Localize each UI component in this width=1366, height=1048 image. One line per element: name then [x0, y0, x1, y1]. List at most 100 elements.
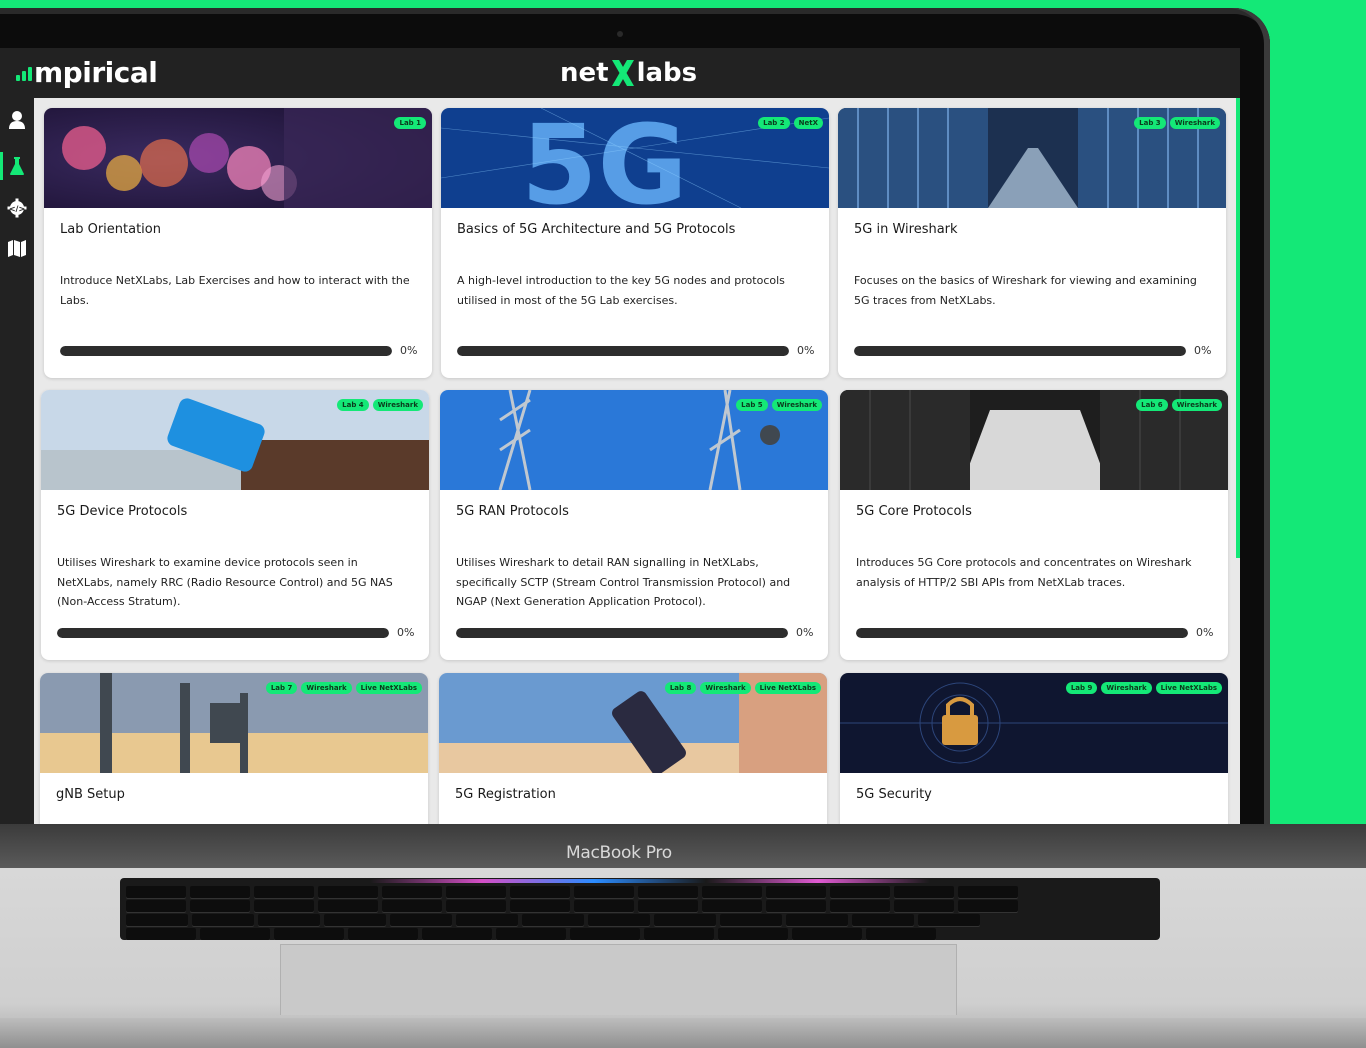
netxlabs-logo-suffix: labs: [636, 58, 698, 88]
key: [894, 900, 954, 912]
key: [638, 886, 698, 898]
lab-card-image: [44, 108, 432, 208]
lab-card[interactable]: Lab 6 Wireshark 5G Core Protocols Introduce…: [840, 390, 1228, 660]
key: [522, 914, 584, 926]
lab-tags: Lab 1: [394, 117, 426, 129]
key: [126, 914, 188, 926]
lab-card-title[interactable]: Basics of 5G Architecture and 5G Protoco…: [457, 222, 735, 237]
lab-card[interactable]: Lab 9 Wireshark Live NetXLabs 5G Security: [840, 673, 1228, 824]
lab-card[interactable]: Lab 7 Wireshark Live NetXLabs gNB Setup: [40, 673, 428, 824]
hinge: [0, 824, 1366, 868]
lab-tag: Wireshark: [301, 682, 352, 694]
code-gear-icon: </>: [7, 198, 27, 218]
key: [570, 928, 640, 940]
key: [792, 928, 862, 940]
key: [190, 886, 250, 898]
lab-tag: NetX: [793, 117, 823, 129]
svg-text:</>: </>: [9, 205, 25, 214]
key: [718, 928, 788, 940]
mpirical-logo[interactable]: mpirical: [16, 54, 158, 90]
key: [274, 928, 344, 940]
lab-tag: Wireshark: [1101, 682, 1152, 694]
lab-card-title[interactable]: 5G in Wireshark: [854, 222, 958, 237]
camera: [617, 31, 623, 37]
lab-card-title[interactable]: Lab Orientation: [60, 222, 161, 237]
lab-card-title[interactable]: gNB Setup: [56, 787, 125, 802]
key: [574, 886, 634, 898]
key: [702, 886, 762, 898]
touch-bar: [370, 879, 930, 883]
key: [382, 886, 442, 898]
key: [192, 914, 254, 926]
key: [958, 900, 1018, 912]
lab-card[interactable]: Lab 8 Wireshark Live NetXLabs 5G Registrati…: [439, 673, 827, 824]
signal-bars-icon: [16, 63, 32, 81]
key: [702, 900, 762, 912]
lab-progress-label: 0%: [1196, 626, 1214, 639]
lab-progress-bar: [854, 346, 1186, 356]
flask-icon: [10, 157, 24, 175]
x-logo-icon: [610, 58, 636, 88]
key: [126, 886, 186, 898]
lab-tag: Wireshark: [1169, 117, 1220, 129]
lab-card-title[interactable]: 5G Registration: [455, 787, 556, 802]
lab-card[interactable]: Lab 5 Wireshark 5G RAN Protocols Utilises W…: [440, 390, 828, 660]
lab-progress-bar: [457, 346, 789, 356]
lab-tag: Lab 6: [1136, 399, 1168, 411]
lab-progress-bar: [456, 628, 788, 638]
key: [496, 928, 566, 940]
key: [830, 886, 890, 898]
key: [324, 914, 386, 926]
lab-progress-bar: [856, 628, 1188, 638]
lab-tags: Lab 3 Wireshark: [1134, 117, 1220, 129]
netxlabs-logo-prefix: net: [560, 58, 609, 88]
sidebar-item-map[interactable]: [0, 230, 34, 266]
lab-card[interactable]: Lab 1 Lab Orientation Introduce NetXLabs, …: [44, 108, 432, 378]
lab-card-title[interactable]: 5G Device Protocols: [57, 504, 187, 519]
key: [510, 900, 570, 912]
key: [918, 914, 980, 926]
lab-card[interactable]: Lab 3 Wireshark 5G in Wireshark Focuses on …: [838, 108, 1226, 378]
app-screen: mpirical net labs </> Lab 1 Lab Orientati…: [0, 48, 1240, 824]
netxlabs-logo[interactable]: net labs: [560, 56, 697, 90]
key: [446, 900, 506, 912]
lab-progress-fill: [854, 346, 1186, 356]
sidebar-item-dev[interactable]: </>: [0, 190, 34, 226]
sidebar: </>: [0, 98, 34, 824]
lab-progress-fill: [856, 628, 1188, 638]
key: [200, 928, 270, 940]
key: [446, 886, 506, 898]
lab-tags: Lab 4 Wireshark: [337, 399, 423, 411]
lab-tag: Lab 2: [758, 117, 790, 129]
key: [254, 886, 314, 898]
sidebar-item-profile[interactable]: [0, 102, 34, 138]
lab-tags: Lab 8 Wireshark Live NetXLabs: [664, 682, 821, 694]
lab-tag: Lab 7: [265, 682, 298, 694]
map-icon: [8, 240, 26, 257]
key: [254, 900, 314, 912]
lab-card-title[interactable]: 5G RAN Protocols: [456, 504, 569, 519]
key: [638, 900, 698, 912]
scrollbar[interactable]: [1236, 98, 1240, 558]
key: [766, 900, 826, 912]
lab-card[interactable]: Lab 4 Wireshark 5G Device Protocols Utilise…: [41, 390, 429, 660]
key: [852, 914, 914, 926]
lab-tag: Wireshark: [771, 399, 822, 411]
key: [574, 900, 634, 912]
lab-card-title[interactable]: 5G Security: [856, 787, 932, 802]
lab-card[interactable]: 5G Lab 2 NetX Basics of 5G Architecture and…: [441, 108, 829, 378]
lab-card-description: Introduces 5G Core protocols and concent…: [856, 556, 1192, 589]
lab-tags: Lab 7 Wireshark Live NetXLabs: [265, 682, 422, 694]
lab-card-description: A high-level introduction to the key 5G …: [457, 274, 785, 307]
lab-tags: Lab 5 Wireshark: [736, 399, 822, 411]
lab-tags: Lab 2 NetX: [758, 117, 823, 129]
lab-tag: Live NetXLabs: [1155, 682, 1222, 694]
lab-tag: Lab 4: [337, 399, 369, 411]
sidebar-item-labs[interactable]: [0, 148, 34, 184]
lab-progress-label: 0%: [796, 626, 814, 639]
key: [126, 928, 196, 940]
key-row: [126, 914, 980, 926]
lab-tag: Lab 3: [1134, 117, 1166, 129]
lab-tag: Wireshark: [372, 399, 423, 411]
lab-card-title[interactable]: 5G Core Protocols: [856, 504, 972, 519]
